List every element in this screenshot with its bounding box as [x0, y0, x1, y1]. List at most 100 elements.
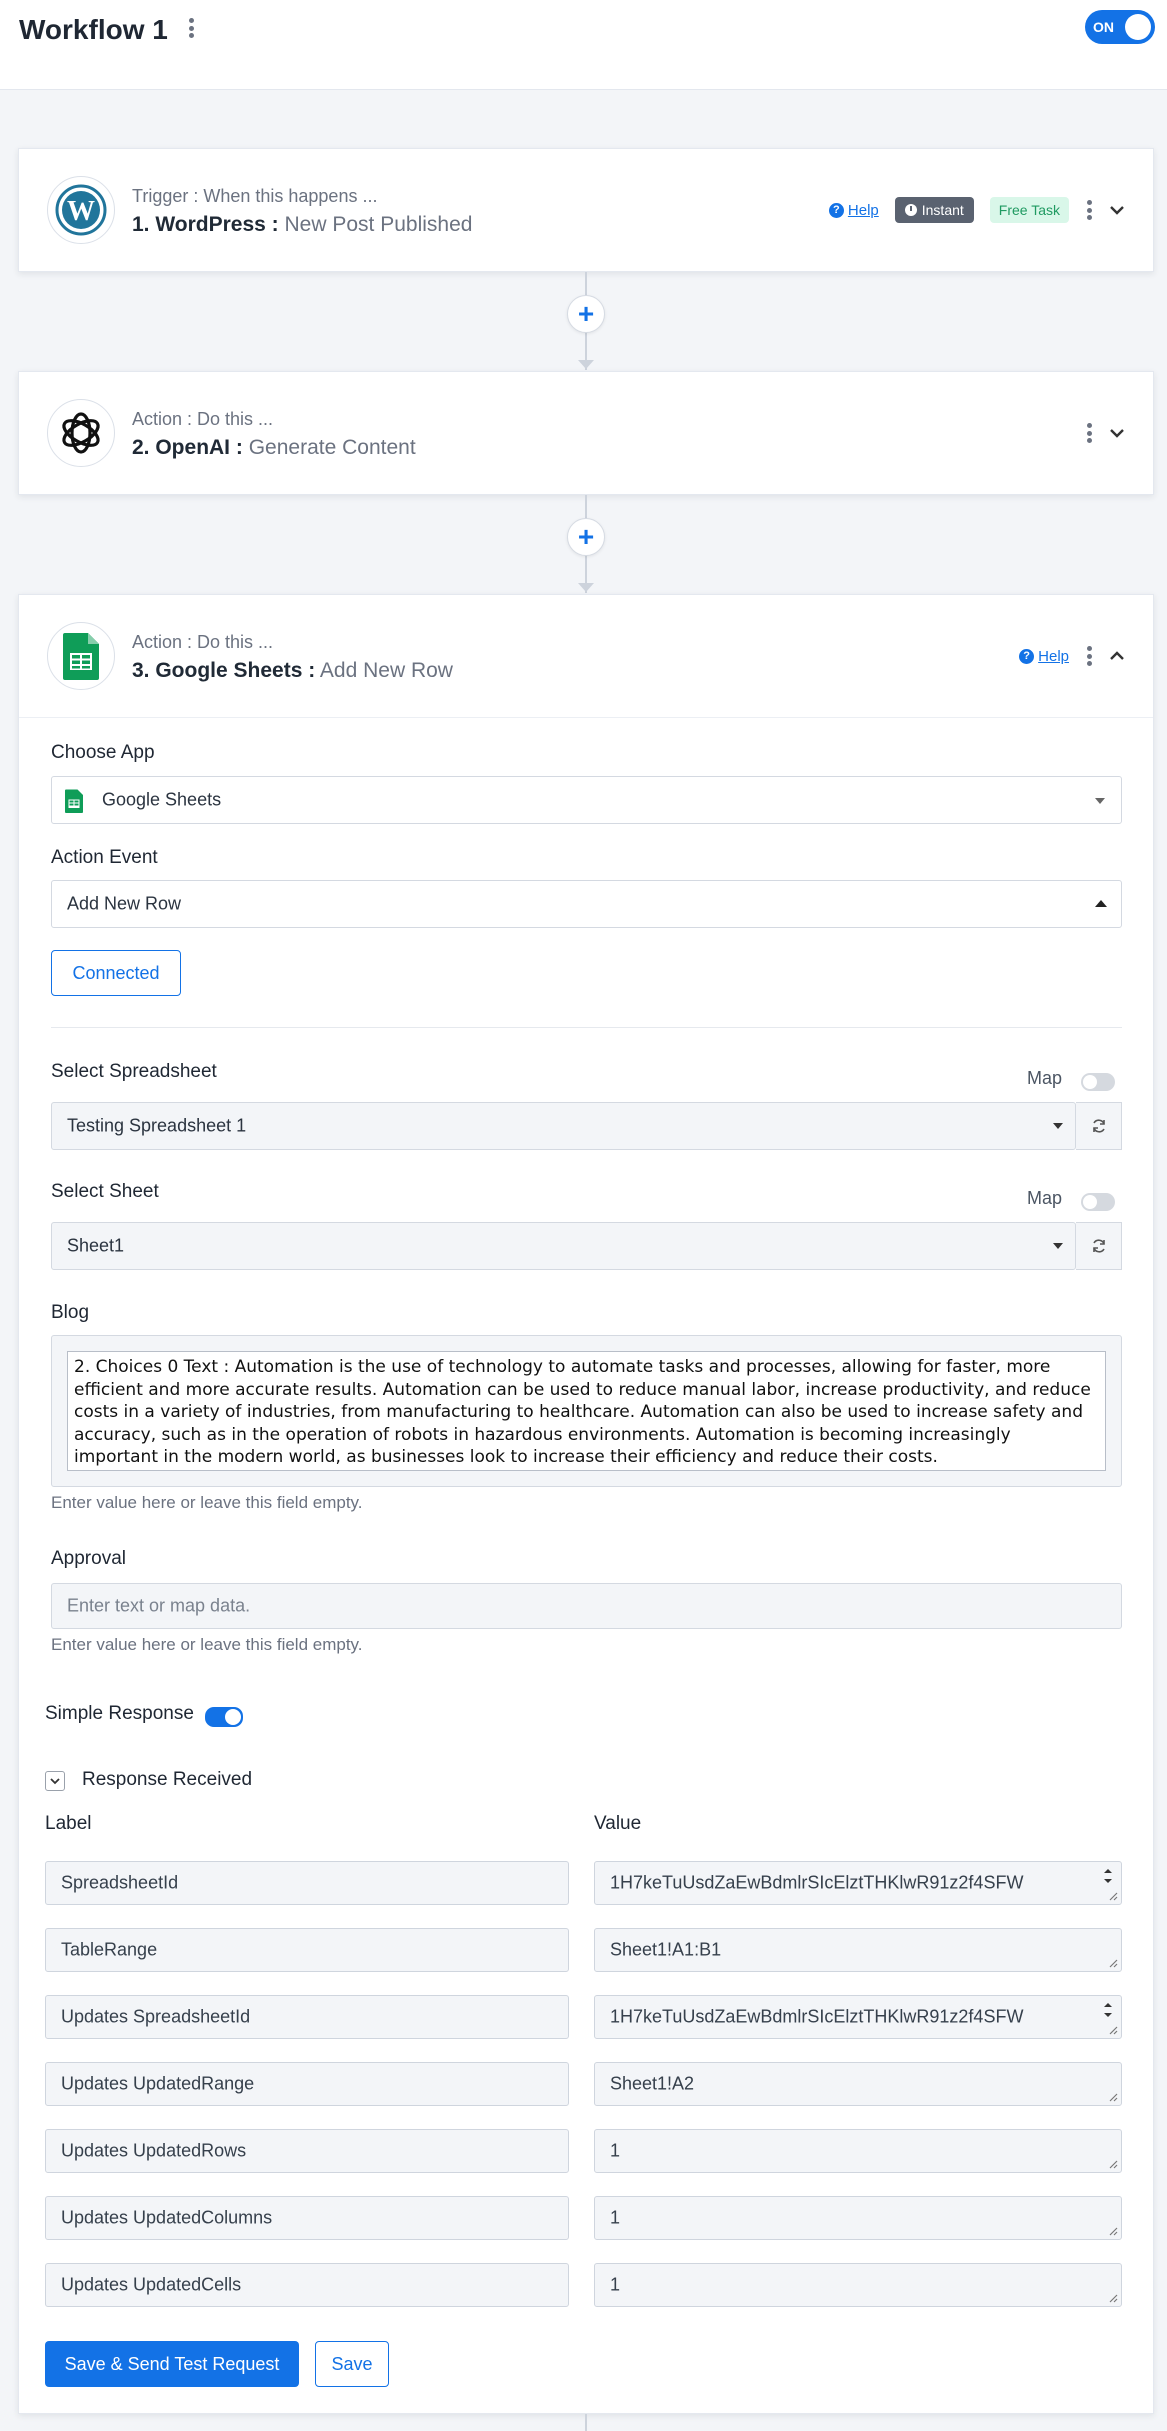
step-menu-icon[interactable]	[1085, 200, 1093, 220]
select-spreadsheet-label: Select Spreadsheet	[51, 1061, 217, 1082]
add-step-button[interactable]: +	[567, 295, 605, 333]
toggle-knob	[1083, 1075, 1097, 1089]
step-title: 2. OpenAI : Generate Content	[132, 436, 416, 460]
step-header[interactable]: Action : Do this ... 3. Google Sheets : …	[19, 595, 1153, 717]
svg-text:W: W	[67, 196, 95, 227]
row-label-text: SpreadsheetId	[61, 1872, 179, 1893]
sheet-value: Sheet1	[67, 1235, 125, 1256]
response-row-value[interactable]: Sheet1!A2	[594, 2062, 1122, 2106]
chevron-down-icon	[50, 1778, 60, 1785]
row-label-text: TableRange	[61, 1939, 158, 1960]
step-title: 3. Google Sheets : Add New Row	[132, 659, 453, 683]
step-card-google-sheets: Action : Do this ... 3. Google Sheets : …	[18, 594, 1154, 2414]
resize-grip-icon[interactable]	[1108, 1891, 1118, 1901]
toggle-knob	[1083, 1195, 1097, 1209]
workflow-menu-icon[interactable]	[187, 18, 195, 38]
action-event-label: Action Event	[51, 847, 158, 868]
choose-app-select[interactable]: Google Sheets	[51, 776, 1122, 824]
resize-grip-icon[interactable]	[1108, 2159, 1118, 2169]
approval-placeholder: Enter text or map data.	[67, 1595, 251, 1616]
save-button[interactable]: Save	[315, 2341, 389, 2387]
step-app-name: 3. Google Sheets :	[132, 659, 316, 682]
response-row-label: Updates UpdatedCells	[45, 2263, 569, 2307]
response-row-label: TableRange	[45, 1928, 569, 1972]
caret-up-icon	[1095, 900, 1107, 907]
map-toggle[interactable]	[1081, 1193, 1115, 1211]
action-event-value: Add New Row	[67, 893, 182, 914]
workflow-header: Workflow 1 ON	[0, 0, 1167, 90]
chevron-down-icon[interactable]	[1109, 425, 1125, 441]
caret-down-icon	[1053, 1243, 1063, 1249]
response-expand-toggle[interactable]	[45, 1771, 65, 1791]
response-row-value[interactable]: 1H7keTuUsdZaEwBdmlrSIcElztTHKlwR91z2f4SF…	[594, 1995, 1122, 2039]
map-toggle[interactable]	[1081, 1073, 1115, 1091]
label-column-header: Label	[45, 1813, 92, 1834]
step-card-openai[interactable]: Action : Do this ... 2. OpenAI : Generat…	[18, 371, 1154, 495]
response-row-value[interactable]: 1	[594, 2129, 1122, 2173]
connected-button[interactable]: Connected	[51, 950, 181, 996]
help-link[interactable]: ? Help	[1019, 648, 1069, 665]
clock-icon	[904, 204, 917, 216]
save-send-test-button[interactable]: Save & Send Test Request	[45, 2341, 299, 2387]
question-icon: ?	[828, 202, 844, 218]
step-card-wordpress[interactable]: W Trigger : When this happens ... 1. Wor…	[18, 148, 1154, 272]
response-row-label: Updates UpdatedRows	[45, 2129, 569, 2173]
wordpress-logo-icon: W	[47, 176, 115, 244]
step-event: Generate Content	[248, 436, 416, 459]
response-row-label: Updates UpdatedColumns	[45, 2196, 569, 2240]
row-value-text: 1	[610, 2207, 621, 2228]
step-event: Add New Row	[319, 659, 453, 682]
select-sheet-label: Select Sheet	[51, 1181, 159, 1202]
chevron-up-icon[interactable]	[1109, 648, 1125, 664]
toggle-knob	[225, 1709, 241, 1725]
simple-response-toggle[interactable]	[205, 1707, 243, 1727]
response-received-label: Response Received	[82, 1769, 253, 1790]
step-event: New Post Published	[284, 213, 473, 236]
approval-label: Approval	[51, 1548, 126, 1569]
add-step-button[interactable]: +	[567, 518, 605, 556]
step-menu-icon[interactable]	[1085, 646, 1093, 666]
response-row-value[interactable]: 1	[594, 2263, 1122, 2307]
connector-arrow	[578, 360, 594, 369]
spreadsheet-select[interactable]: Testing Spreadsheet 1	[51, 1102, 1076, 1150]
step-menu-icon[interactable]	[1085, 423, 1093, 443]
map-label: Map	[1027, 1068, 1063, 1088]
blog-label: Blog	[51, 1302, 90, 1323]
approval-input[interactable]: Enter text or map data.	[51, 1583, 1122, 1629]
refresh-icon	[1092, 1119, 1105, 1133]
chevron-down-icon[interactable]	[1109, 202, 1125, 218]
step-subtitle: Trigger : When this happens ...	[132, 186, 378, 206]
row-label-text: Updates UpdatedRange	[61, 2073, 255, 2094]
row-value-text: Sheet1!A1:B1	[610, 1939, 722, 1960]
blog-field: 2. Choices 0 Text : Automation is the us…	[51, 1335, 1122, 1487]
connector-line	[585, 2414, 587, 2431]
refresh-button[interactable]	[1076, 1102, 1122, 1150]
sheet-select[interactable]: Sheet1	[51, 1222, 1076, 1270]
step-app-name: 1. WordPress :	[132, 213, 279, 236]
step-subtitle: Action : Do this ...	[132, 409, 274, 429]
row-value-text: 1H7keTuUsdZaEwBdmlrSIcElztTHKlwR91z2f4SF…	[610, 1872, 1024, 1893]
refresh-button[interactable]	[1076, 1222, 1122, 1270]
row-value-text: 1	[610, 2140, 621, 2161]
resize-grip-icon[interactable]	[1108, 2226, 1118, 2236]
resize-grip-icon[interactable]	[1108, 2092, 1118, 2102]
instant-badge: Instant	[894, 197, 974, 223]
blog-textarea[interactable]: 2. Choices 0 Text : Automation is the us…	[67, 1351, 1106, 1471]
response-row-value[interactable]: Sheet1!A1:B1	[594, 1928, 1122, 1972]
workflow-title[interactable]: Workflow 1	[19, 14, 168, 46]
help-link[interactable]: ? Help	[828, 202, 879, 219]
divider	[51, 1027, 1122, 1028]
response-row-label: Updates UpdatedRange	[45, 2062, 569, 2106]
resize-grip-icon[interactable]	[1108, 1958, 1118, 1968]
response-row-value[interactable]: 1H7keTuUsdZaEwBdmlrSIcElztTHKlwR91z2f4SF…	[594, 1861, 1122, 1905]
free-task-badge: Free Task	[989, 197, 1069, 223]
question-icon: ?	[1019, 648, 1035, 664]
action-event-select[interactable]: Add New Row	[51, 880, 1122, 928]
value-column-header: Value	[594, 1813, 642, 1834]
workflow-on-toggle[interactable]: ON	[1085, 10, 1155, 44]
response-row-value[interactable]: 1	[594, 2196, 1122, 2240]
blog-hint: Enter value here or leave this field emp…	[51, 1493, 363, 1512]
resize-grip-icon[interactable]	[1108, 2025, 1118, 2035]
resize-grip-icon[interactable]	[1108, 2293, 1118, 2303]
response-row-label: Updates SpreadsheetId	[45, 1995, 569, 2039]
